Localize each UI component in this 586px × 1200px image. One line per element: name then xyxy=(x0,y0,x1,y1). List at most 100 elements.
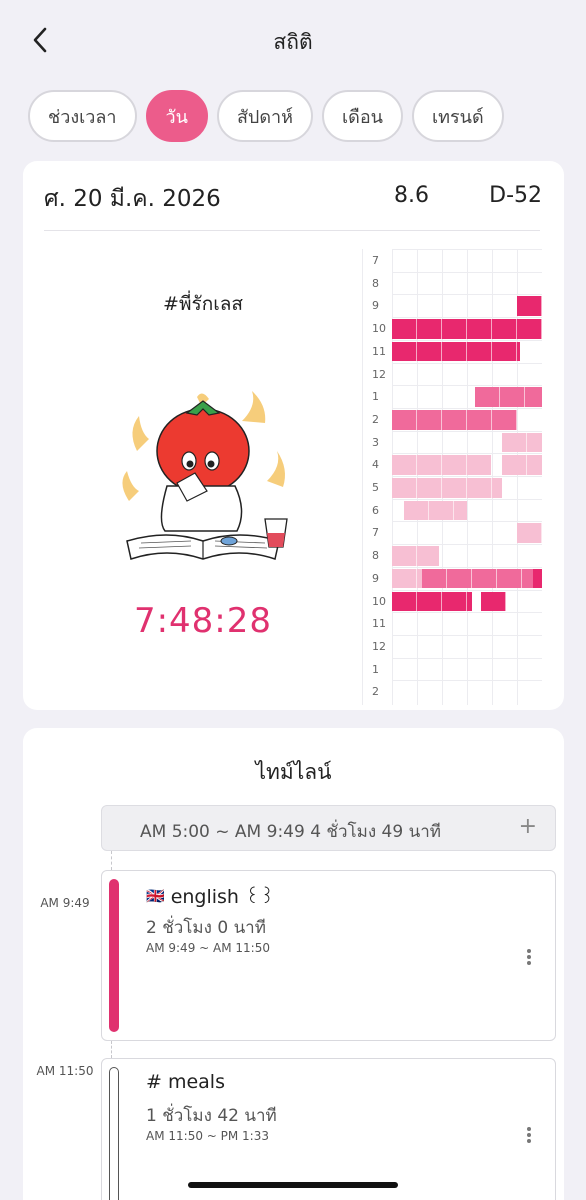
study-segment xyxy=(516,523,542,544)
study-segment xyxy=(392,319,542,339)
hour-grid-chart: 7 8 9 10 11 12 1 2 3 4 5 6 7 8 9 10 11 12 1 2 xyxy=(362,249,542,705)
entry-duration: 1 ชั่วโมง 42 นาที xyxy=(146,1106,277,1126)
grid-row-line xyxy=(392,612,542,614)
study-segment xyxy=(392,478,502,498)
timeline-connector xyxy=(111,1041,112,1058)
grid-column-line xyxy=(362,249,363,705)
grid-row-line xyxy=(392,362,542,364)
hour-label: 9 xyxy=(372,299,379,313)
tab-trend[interactable]: เทรนด์ xyxy=(411,90,504,142)
grid-row-line xyxy=(392,634,542,636)
hour-label: 12 xyxy=(372,639,386,653)
entry-time-range: AM 11:50 ~ PM 1:33 xyxy=(146,1129,269,1143)
study-timer: 7:48:28 xyxy=(133,601,273,641)
grid-row-line xyxy=(392,385,542,387)
hour-label: 10 xyxy=(372,322,386,336)
tab-label: ช่วงเวลา xyxy=(48,106,117,128)
tomato-mascot-icon xyxy=(117,391,289,580)
study-segment xyxy=(422,568,533,589)
grid-row-line xyxy=(392,453,542,455)
tab-label: เทรนด์ xyxy=(431,106,484,128)
divider xyxy=(44,230,540,231)
subject-color-bar xyxy=(109,1067,119,1200)
study-segment xyxy=(392,409,517,430)
grid-row-line xyxy=(392,339,542,341)
timeline-card: ไทม์ไลน์ AM 5:00 ~ AM 9:49 4 ชั่วโมง 49 … xyxy=(23,728,564,1200)
grid-row-line xyxy=(392,249,542,250)
tab-label: เดือน xyxy=(342,106,383,128)
study-segment xyxy=(501,455,542,475)
hour-label: 11 xyxy=(372,344,386,358)
uk-flag-icon: 🇬🇧 xyxy=(146,886,165,905)
grid-row-line xyxy=(392,430,542,432)
add-record-button[interactable]: + xyxy=(519,814,537,839)
grid-row-line xyxy=(392,589,542,591)
hour-label: 1 xyxy=(372,390,379,404)
page-title: สถิติ xyxy=(273,30,313,54)
grid-row-line xyxy=(392,498,542,500)
study-segment xyxy=(392,591,472,612)
hour-label: 2 xyxy=(372,412,379,426)
grid-row-line xyxy=(392,657,542,659)
subject-tag: #พี่รักเลส xyxy=(163,293,243,315)
summary-date[interactable]: ศ. 20 มี.ค. 2026 xyxy=(44,181,221,217)
hour-label: 3 xyxy=(372,435,379,449)
tab-month[interactable]: เดือน xyxy=(322,90,403,142)
study-segment xyxy=(392,546,439,566)
hour-label: 9 xyxy=(372,571,379,585)
grid-row-line xyxy=(392,476,542,477)
hour-label: 2 xyxy=(372,685,379,699)
hour-label: 1 xyxy=(372,662,379,676)
tab-label: สัปดาห์ xyxy=(236,106,294,128)
study-segment xyxy=(480,591,506,612)
home-indicator xyxy=(188,1182,398,1188)
entry-title-text: # meals xyxy=(146,1071,225,1093)
gap-text: AM 5:00 ~ AM 9:49 4 ชั่วโมง 49 นาที xyxy=(140,822,441,842)
hour-label: 7 xyxy=(372,254,379,267)
study-segment xyxy=(474,387,542,407)
grid-row-line xyxy=(392,271,542,273)
entry-title: 🇬🇧 english ꒰꒱ xyxy=(146,883,275,908)
hour-label: 8 xyxy=(372,549,379,563)
hour-label: 7 xyxy=(372,526,379,540)
grid-row-line xyxy=(392,544,542,546)
subject-color-bar xyxy=(109,879,119,1032)
entry-time-range: AM 9:49 ~ AM 11:50 xyxy=(146,941,270,955)
study-segment xyxy=(392,455,491,475)
total-hours: 8.6 xyxy=(394,183,429,208)
more-options-icon[interactable] xyxy=(527,947,531,967)
study-segment xyxy=(516,296,542,317)
grid-row-line xyxy=(392,521,542,523)
hour-label: 6 xyxy=(372,503,379,517)
entry-title: # meals xyxy=(146,1071,225,1093)
tab-label: วัน xyxy=(165,106,188,128)
timeline-title: ไทม์ไลน์ xyxy=(255,760,332,784)
grid-row-line xyxy=(392,294,542,296)
study-segment xyxy=(501,432,542,453)
grid-row-line xyxy=(392,407,542,409)
tab-day[interactable]: วัน xyxy=(145,90,208,142)
hour-label: 11 xyxy=(372,617,386,631)
entry-duration: 2 ชั่วโมง 0 นาที xyxy=(146,918,266,938)
entry-start-time: AM 9:49 xyxy=(40,896,90,910)
entry-start-time: AM 11:50 xyxy=(36,1064,94,1078)
study-segment xyxy=(392,341,520,362)
timeline-entry-english[interactable]: 🇬🇧 english ꒰꒱ 2 ชั่วโมง 0 นาที AM 9:49 ~… xyxy=(101,870,556,1041)
app-header: สถิติ xyxy=(0,0,586,80)
hour-label: 5 xyxy=(372,481,379,494)
d-day-counter: D-52 xyxy=(489,183,542,208)
daily-summary-card: ศ. 20 มี.ค. 2026 8.6 D-52 #พี่รักเลส 7:4… xyxy=(23,161,564,710)
more-options-icon[interactable] xyxy=(527,1125,531,1145)
timeline-entry-meals[interactable]: # meals 1 ชั่วโมง 42 นาที AM 11:50 ~ PM … xyxy=(101,1058,556,1200)
period-tabs: ช่วงเวลา วัน สัปดาห์ เดือน เทรนด์ xyxy=(28,90,504,142)
tab-period[interactable]: ช่วงเวลา xyxy=(28,90,137,142)
grid-row-line xyxy=(392,680,542,682)
grid-row-line xyxy=(392,566,542,568)
gap-block[interactable]: AM 5:00 ~ AM 9:49 4 ชั่วโมง 49 นาที + xyxy=(101,805,556,851)
tab-week[interactable]: สัปดาห์ xyxy=(216,90,314,142)
hour-label: 12 xyxy=(372,367,386,381)
hour-label: 4 xyxy=(372,458,379,472)
study-segment xyxy=(533,568,542,589)
study-segment xyxy=(392,568,422,589)
timeline-connector xyxy=(111,851,112,870)
